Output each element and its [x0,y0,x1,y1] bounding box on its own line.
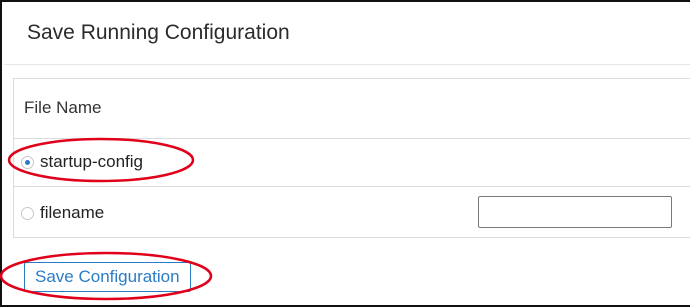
filename-input[interactable] [478,196,672,228]
table-row: filename [14,187,690,238]
save-configuration-button[interactable]: Save Configuration [24,262,191,292]
panel-header: Save Running Configuration [4,4,690,65]
file-name-table: File Name startup-config filename [13,78,690,238]
filename-label: filename [40,203,105,222]
window-frame: Save Running Configuration File Name sta… [0,0,690,307]
startup-config-option[interactable]: startup-config [21,152,143,172]
table-header-row: File Name [14,79,690,139]
filename-radio[interactable] [21,206,34,220]
startup-config-radio[interactable] [21,155,34,169]
startup-config-label: startup-config [40,152,143,171]
page-title: Save Running Configuration [27,21,290,44]
file-name-column-header: File Name [24,98,102,117]
table-row: startup-config [14,139,690,187]
filename-option[interactable]: filename [21,203,104,223]
